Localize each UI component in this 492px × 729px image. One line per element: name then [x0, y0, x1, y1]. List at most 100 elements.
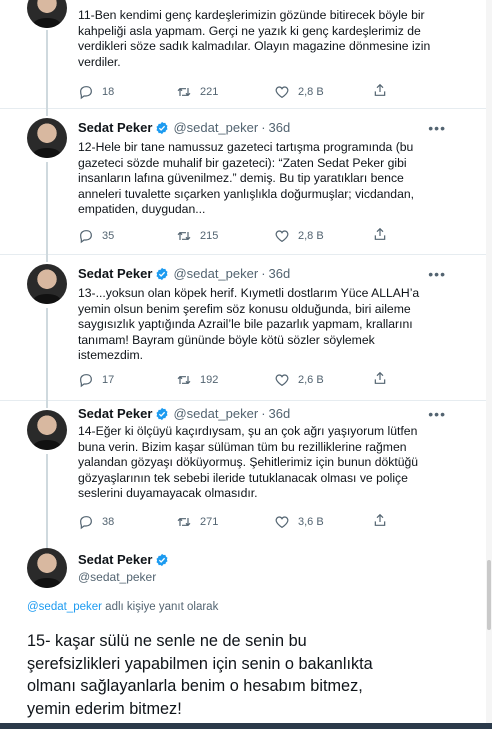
retweet-count: 271: [200, 515, 219, 528]
separator-dot: ·: [261, 120, 266, 135]
tweet-text: 11-Ben kendimi genç kardeşlerimizin gözü…: [78, 8, 431, 69]
tweet-header: Sedat Peker @sedat_peker · 36d: [78, 266, 290, 281]
share-icon: [372, 512, 388, 528]
author-handle[interactable]: @sedat_peker: [173, 406, 258, 421]
tweet-card[interactable]: Sedat Peker @sedat_peker · 36d ••• 13-..…: [0, 254, 486, 401]
thread-line: [46, 540, 48, 548]
tweet-card[interactable]: 11-Ben kendimi genç kardeşlerimizin gözü…: [0, 0, 486, 109]
author-handle[interactable]: @sedat_peker: [173, 120, 258, 135]
retweet-count: 192: [200, 373, 219, 386]
author-name[interactable]: Sedat Peker: [78, 266, 152, 281]
reply-button[interactable]: 38: [78, 512, 176, 531]
like-count: 2,6 B: [298, 373, 324, 386]
reply-icon: [78, 372, 94, 388]
share-button[interactable]: [372, 512, 388, 531]
share-icon: [372, 370, 388, 386]
avatar[interactable]: [27, 0, 67, 28]
thread-line: [46, 308, 48, 400]
reply-icon: [78, 514, 94, 530]
retweet-icon: [176, 228, 192, 244]
thread-line: [46, 30, 48, 108]
share-icon: [372, 82, 388, 98]
author-handle[interactable]: @sedat_peker: [173, 266, 258, 281]
scrollbar[interactable]: [486, 0, 492, 729]
tweet-time[interactable]: 36d: [269, 406, 291, 421]
retweet-icon: [176, 372, 192, 388]
retweet-count: 221: [200, 85, 219, 98]
tweet-card[interactable]: Sedat Peker @sedat_peker · 36d ••• 12-He…: [0, 108, 486, 255]
retweet-button[interactable]: 215: [176, 226, 274, 245]
tweet-actions: 35 215 2,8 B: [78, 226, 398, 245]
verified-icon: [155, 267, 169, 281]
reply-count: 18: [102, 85, 115, 98]
like-count: 2,8 B: [298, 85, 324, 98]
tweet-header: Sedat Peker @sedat_peker · 36d: [78, 406, 290, 421]
thread-line: [46, 162, 48, 254]
main-tweet-text: 15- kaşar sülü ne senle ne de senin bu ş…: [27, 632, 373, 718]
thread-line: [46, 400, 48, 408]
more-icon[interactable]: •••: [428, 406, 446, 422]
main-tweet-author: Sedat Peker: [78, 552, 173, 567]
reply-button[interactable]: 35: [78, 226, 176, 245]
tweet-time[interactable]: 36d: [269, 120, 291, 135]
separator-dot: ·: [261, 266, 266, 281]
like-button[interactable]: 3,6 B: [274, 512, 372, 531]
tweet-text: 14-Eğer ki ölçüyü kaçırdıysam, şu an çok…: [78, 424, 419, 500]
author-handle[interactable]: @sedat_peker: [78, 570, 156, 584]
retweet-icon: [176, 514, 192, 530]
avatar[interactable]: [27, 118, 67, 158]
retweet-button[interactable]: 271: [176, 512, 274, 531]
scrollbar-thumb[interactable]: [487, 560, 491, 630]
more-icon[interactable]: •••: [428, 266, 446, 282]
tweet-actions: 18 221 2,8 B: [78, 82, 398, 101]
reply-count: 17: [102, 373, 115, 386]
retweet-count: 215: [200, 229, 219, 242]
more-icon[interactable]: •••: [428, 120, 446, 136]
verified-icon: [155, 553, 169, 567]
tweet-text: 13-...yoksun olan köpek herif. Kıymetli …: [78, 286, 420, 362]
verified-icon: [155, 407, 169, 421]
tweet-header: Sedat Peker @sedat_peker · 36d: [78, 120, 290, 135]
reply-to-label: adlı kişiye yanıt olarak: [101, 601, 219, 613]
author-name[interactable]: Sedat Peker: [78, 120, 152, 135]
thread-line: [46, 454, 48, 540]
verified-icon: [155, 121, 169, 135]
like-button[interactable]: 2,8 B: [274, 226, 372, 245]
reply-icon: [78, 84, 94, 100]
share-button[interactable]: [372, 82, 388, 101]
reply-context: @sedat_peker adlı kişiye yanıt olarak: [27, 601, 218, 613]
like-icon: [274, 84, 290, 100]
tweet-actions: 38 271 3,6 B: [78, 512, 398, 531]
like-icon: [274, 514, 290, 530]
tweet-actions: 17 192 2,6 B: [78, 370, 398, 389]
retweet-button[interactable]: 192: [176, 370, 274, 389]
reply-icon: [78, 228, 94, 244]
avatar[interactable]: [27, 410, 67, 450]
tweet-time[interactable]: 36d: [269, 266, 291, 281]
avatar[interactable]: [27, 548, 67, 588]
like-count: 2,8 B: [298, 229, 324, 242]
author-name[interactable]: Sedat Peker: [78, 552, 152, 567]
share-button[interactable]: [372, 370, 388, 389]
reply-count: 35: [102, 229, 115, 242]
share-icon: [372, 226, 388, 242]
retweet-button[interactable]: 221: [176, 82, 274, 101]
share-button[interactable]: [372, 226, 388, 245]
thread-line: [46, 108, 48, 116]
like-button[interactable]: 2,6 B: [274, 370, 372, 389]
author-name[interactable]: Sedat Peker: [78, 406, 152, 421]
reply-to-link[interactable]: @sedat_peker: [27, 601, 102, 613]
like-button[interactable]: 2,8 B: [274, 82, 372, 101]
like-icon: [274, 372, 290, 388]
avatar[interactable]: [27, 264, 67, 304]
thread-line: [46, 254, 48, 262]
reply-button[interactable]: 17: [78, 370, 176, 389]
reply-button[interactable]: 18: [78, 82, 176, 101]
tweet-card[interactable]: Sedat Peker @sedat_peker · 36d ••• 14-Eğ…: [0, 400, 486, 540]
like-icon: [274, 228, 290, 244]
tweet-text: 12-Hele bir tane namussuz gazeteci tartı…: [78, 140, 415, 216]
reply-count: 38: [102, 515, 115, 528]
like-count: 3,6 B: [298, 515, 324, 528]
separator-dot: ·: [261, 406, 266, 421]
retweet-icon: [176, 84, 192, 100]
